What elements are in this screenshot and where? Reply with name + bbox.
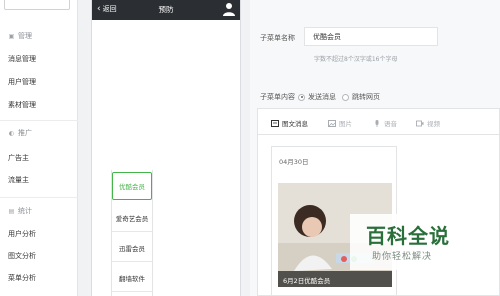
- submenu-name-hint: 字数不超过8个汉字或16个字母: [314, 56, 398, 63]
- radio-dot[interactable]: [342, 93, 349, 101]
- sidebar-section-manage: ▣ 管理: [8, 31, 32, 41]
- sidebar-top-input[interactable]: [4, 0, 70, 10]
- phone-header: ‹ 返回 预防: [92, 0, 240, 20]
- tab-image-label: 图片: [339, 120, 352, 128]
- submenu-item-iqiyi[interactable]: 爱奇艺会员: [112, 204, 152, 232]
- phone-title: 预防: [158, 5, 174, 14]
- video-icon: [416, 120, 424, 126]
- submenu-name-label: 子菜单名称: [260, 34, 295, 42]
- sidebar-divider: [0, 197, 78, 198]
- sidebar-section-promote: ◐ 推广: [8, 128, 32, 138]
- tab-video[interactable]: 视频: [416, 118, 440, 128]
- stats-section-icon: ▤: [8, 207, 15, 215]
- tab-article-label: 图文消息: [282, 120, 308, 128]
- manage-section-icon: ▣: [8, 32, 15, 40]
- submenu-item-xunlei[interactable]: 迅雷会员: [112, 234, 152, 262]
- sidebar-item-user-manage[interactable]: 用户管理: [8, 77, 36, 87]
- sidebar-item-publisher[interactable]: 流量主: [8, 175, 29, 185]
- submenu-name-input[interactable]: 优酷会员: [304, 27, 438, 46]
- sidebar-item-material-manage[interactable]: 素材管理: [8, 100, 36, 110]
- tab-voice-label: 语音: [384, 120, 397, 128]
- watermark-title: 百科全说: [366, 224, 450, 248]
- article-caption: 6月2日优酷会员: [278, 271, 392, 287]
- left-sidebar: ▣ 管理 消息管理 用户管理 素材管理 ◐ 推广 广告主 流量主 ▤ 统计 用户…: [0, 0, 78, 296]
- submenu-item-youku[interactable]: 优酷会员: [112, 172, 152, 200]
- radio-dot-selected[interactable]: [298, 93, 305, 101]
- tab-video-label: 视频: [427, 120, 440, 128]
- tab-voice[interactable]: 语音: [373, 118, 397, 128]
- sidebar-item-advertiser[interactable]: 广告主: [8, 153, 29, 163]
- radio-jump-web[interactable]: 跳转网页: [342, 92, 380, 102]
- sidebar-section-title: 统计: [18, 207, 32, 215]
- promote-section-icon: ◐: [8, 129, 15, 137]
- tab-image[interactable]: 图片: [328, 118, 352, 128]
- sidebar-section-title: 管理: [18, 32, 32, 40]
- watermark-subtitle: 助你轻松解决: [372, 252, 433, 262]
- image-icon: [328, 119, 336, 127]
- sidebar-item-article-analysis[interactable]: 图文分析: [8, 251, 36, 261]
- radio-send-label: 发送消息: [308, 93, 336, 101]
- sidebar-item-menu-analysis[interactable]: 菜单分析: [8, 273, 36, 283]
- microphone-icon: [375, 119, 379, 127]
- radio-send-message[interactable]: 发送消息: [298, 92, 336, 102]
- article-date: 04月30日: [279, 158, 309, 166]
- tab-article[interactable]: 图文消息: [271, 118, 308, 128]
- sidebar-section-title: 推广: [18, 129, 32, 137]
- sidebar-divider: [0, 120, 78, 121]
- sidebar-item-message-manage[interactable]: 消息管理: [8, 54, 36, 64]
- radio-link-label: 跳转网页: [352, 93, 380, 101]
- sidebar-item-user-analysis[interactable]: 用户分析: [8, 229, 36, 239]
- sidebar-section-stats: ▤ 统计: [8, 206, 32, 216]
- article-icon: [271, 119, 279, 127]
- submenu-content-label: 子菜单内容: [260, 93, 295, 101]
- submenu-item-vpn[interactable]: 翻墙软件: [112, 264, 152, 292]
- wechat-menu-editor-page: ▣ 管理 消息管理 用户管理 素材管理 ◐ 推广 广告主 流量主 ▤ 统计 用户…: [0, 0, 500, 296]
- content-tabs: 图文消息 图片 语音 视频: [258, 109, 500, 135]
- user-icon[interactable]: [223, 2, 235, 16]
